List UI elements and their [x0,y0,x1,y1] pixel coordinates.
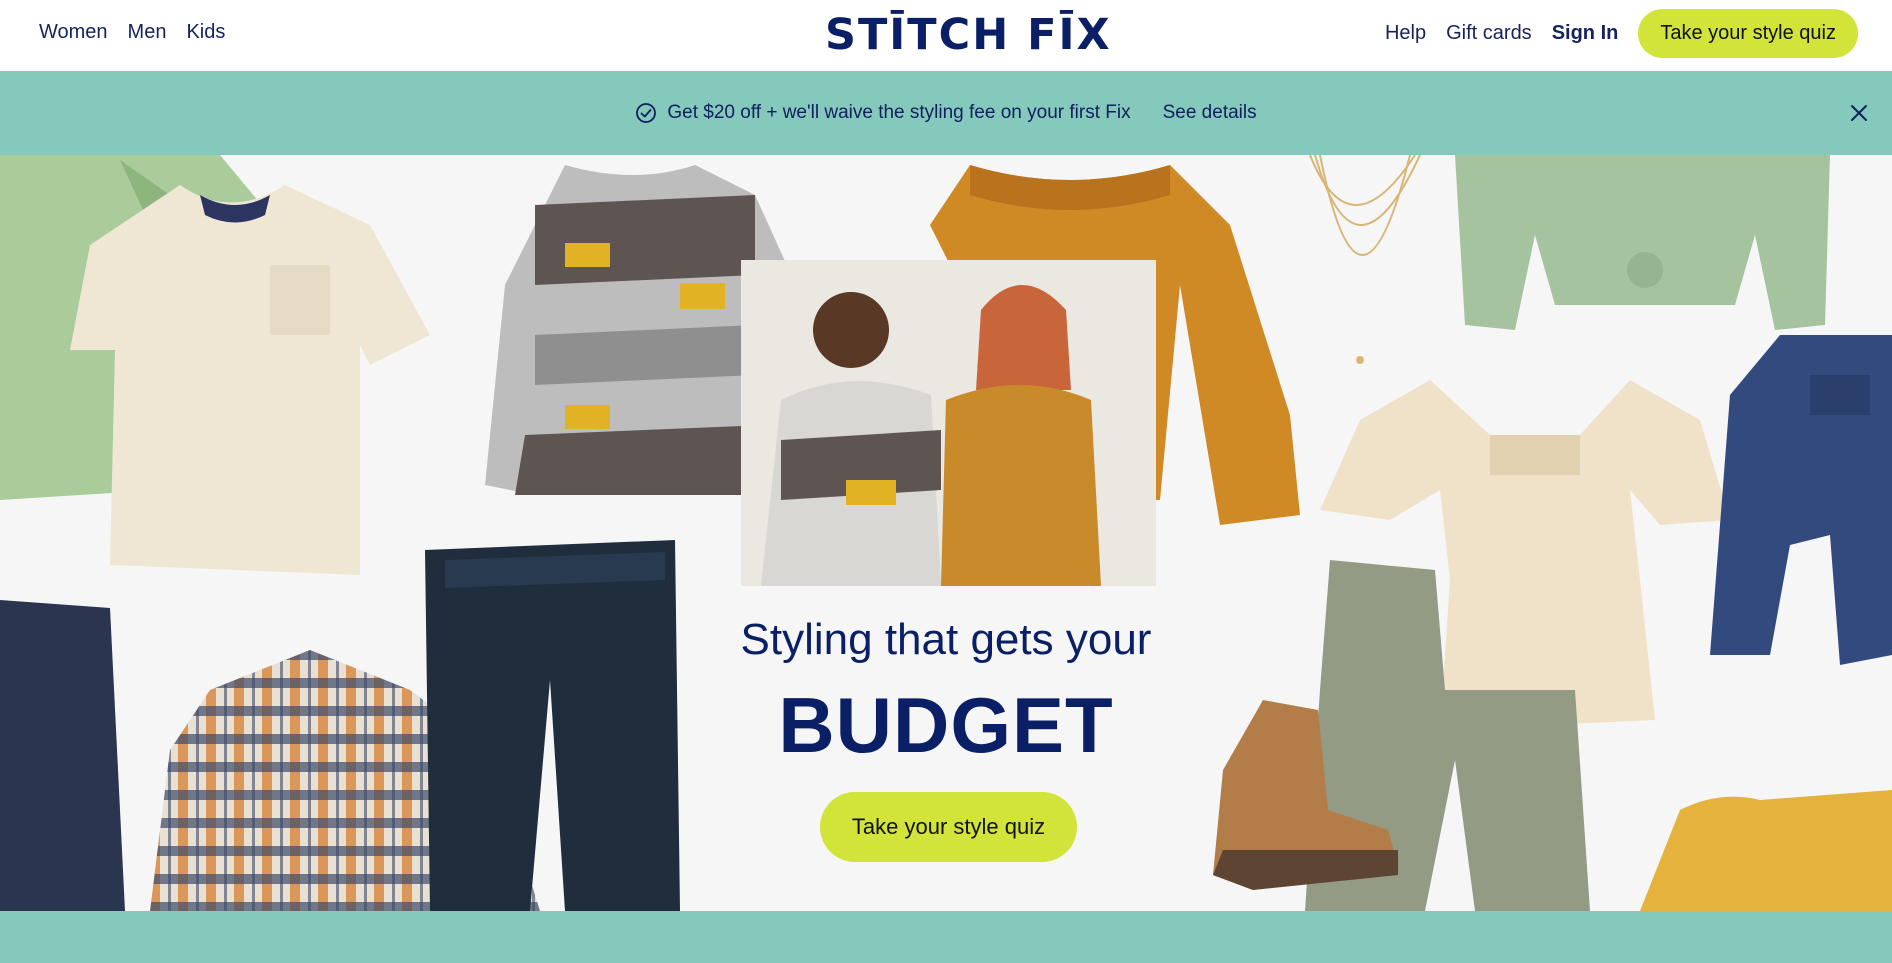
necklace-image [1309,155,1421,364]
site-header: Women Men Kids STĪTCH FĪX Help Gift card… [0,0,1892,71]
check-circle-icon [636,103,657,123]
take-style-quiz-button-hero[interactable]: Take your style quiz [820,792,1077,862]
hero-title: BUDGET [778,681,1114,769]
take-style-quiz-button-header[interactable]: Take your style quiz [1638,8,1858,58]
kids-photo [741,260,1156,586]
cream-tshirt-image [70,185,430,575]
secondary-nav: Help Gift cards Sign In Take your style … [1385,8,1858,58]
nav-women[interactable]: Women [39,21,108,44]
close-icon[interactable] [1848,102,1870,124]
primary-nav: Women Men Kids [39,0,225,64]
hero-subtitle: Styling that gets your [740,615,1152,664]
kids-photo-illustration [741,260,1156,586]
promo-banner: Get $20 off + we'll waive the styling fe… [0,71,1892,155]
nav-men[interactable]: Men [128,21,167,44]
hero-section: Styling that gets your BUDGET Take your … [0,155,1892,911]
promo-text: Get $20 off + we'll waive the styling fe… [667,102,1131,123]
stitch-fix-logo[interactable]: STĪTCH FĪX [825,10,1112,60]
sign-in-link[interactable]: Sign In [1552,22,1619,45]
promo-content: Get $20 off + we'll waive the styling fe… [635,102,1257,124]
footer-band [0,911,1892,963]
nav-kids[interactable]: Kids [186,21,225,44]
yellow-smock-top-image [1640,790,1892,911]
nav-gift-cards[interactable]: Gift cards [1446,22,1532,45]
nav-help[interactable]: Help [1385,22,1426,45]
sage-cardigan-image [1455,155,1830,330]
see-details-link[interactable]: See details [1163,102,1257,124]
